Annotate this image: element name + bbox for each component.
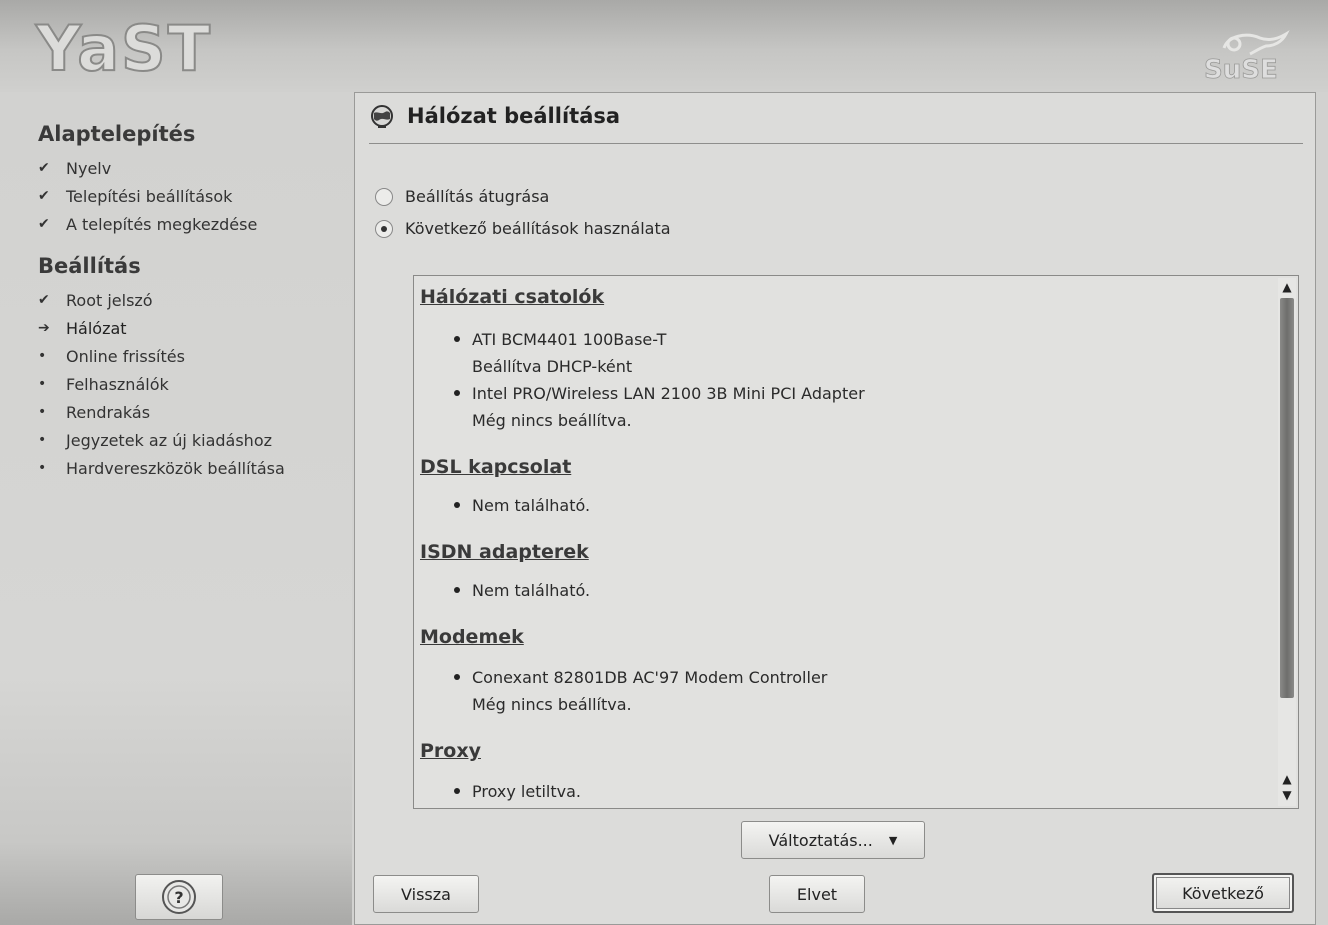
sidebar-step-list: ✔ Root jelszó ➔ Hálózat • Online frissít… (38, 286, 285, 482)
device-name: Intel PRO/Wireless LAN 2100 3B Mini PCI … (472, 384, 865, 403)
sidebar-item-rendrakas: • Rendrakás (38, 398, 285, 426)
suse-logo-text: SuSE (1204, 55, 1278, 82)
radio-label: Következő beállítások használata (405, 219, 671, 238)
abort-button-label: Elvet (796, 884, 838, 904)
device-name: Nem található. (472, 581, 591, 600)
header-banner: YaST SuSE (0, 0, 1328, 92)
summary-entry: Conexant 82801DB AC'97 Modem Controller … (420, 664, 1270, 718)
yast-logo: YaST (35, 12, 212, 85)
summary-link-proxy[interactable]: Proxy (420, 736, 1270, 766)
chameleon-icon: SuSE (1204, 30, 1290, 82)
title-divider (369, 143, 1303, 144)
checkmark-icon: ✔ (38, 292, 50, 308)
sidebar-step-list: ✔ Nyelv ✔ Telepítési beállítások ✔ A tel… (38, 154, 257, 238)
sidebar-item-label: Hardvereszközök beállítása (66, 458, 285, 478)
sidebar-item-label: Hálózat (66, 318, 127, 338)
summary-content: Hálózati csatolók ATI BCM4401 100Base-T … (420, 282, 1270, 805)
summary-entry: Intel PRO/Wireless LAN 2100 3B Mini PCI … (420, 380, 1270, 434)
sidebar-item-label: Online frissítés (66, 346, 185, 366)
bullet-icon (454, 390, 460, 396)
back-button-label: Vissza (401, 884, 451, 904)
bullet-icon: • (38, 348, 47, 364)
page-title-row: Hálózat beállítása (369, 103, 620, 129)
sidebar-item-label: Felhasználók (66, 374, 169, 394)
radio-use-following-configuration[interactable]: Következő beállítások használata (375, 219, 671, 238)
sidebar: Alaptelepítés ✔ Nyelv ✔ Telepítési beáll… (0, 92, 352, 925)
device-status: Még nincs beállítva. (472, 411, 632, 430)
arrow-right-icon: ➔ (38, 320, 50, 336)
bullet-icon (454, 788, 460, 794)
back-button[interactable]: Vissza (373, 875, 479, 913)
page-title: Hálózat beállítása (407, 104, 621, 128)
summary-entry: Nem található. (420, 577, 1270, 604)
vertical-scrollbar[interactable]: ▲ ▲ ▼ (1278, 278, 1296, 806)
radio-skip-configuration[interactable]: Beállítás átugrása (375, 187, 549, 206)
scroll-thumb[interactable] (1280, 298, 1294, 698)
sidebar-section-title: Beállítás (38, 254, 141, 278)
sidebar-item-telepites-megkezdese: ✔ A telepítés megkezdése (38, 210, 257, 238)
device-name: Nem található. (472, 496, 591, 515)
sidebar-item-label: Root jelszó (66, 290, 153, 310)
radio-label: Beállítás átugrása (405, 187, 550, 206)
sidebar-item-label: Nyelv (66, 158, 112, 178)
device-name: Conexant 82801DB AC'97 Modem Controller (472, 668, 828, 687)
sidebar-item-label: Rendrakás (66, 402, 151, 422)
sidebar-item-label: Telepítési beállítások (66, 186, 233, 206)
bullet-icon (454, 502, 460, 508)
change-button-label: Változtatás... (768, 830, 873, 850)
bullet-icon (454, 674, 460, 680)
bullet-icon: • (38, 376, 47, 392)
main-panel: Hálózat beállítása Beállítás átugrása Kö… (354, 92, 1316, 925)
device-name: Proxy letiltva. (472, 782, 581, 801)
summary-link-network-cards[interactable]: Hálózati csatolók (420, 282, 1270, 312)
configuration-summary: Hálózati csatolók ATI BCM4401 100Base-T … (413, 275, 1299, 809)
summary-entry: ATI BCM4401 100Base-T Beállítva DHCP-kén… (420, 326, 1270, 380)
summary-entry: Nem található. (420, 492, 1270, 519)
checkmark-icon: ✔ (38, 160, 50, 176)
bullet-icon (454, 336, 460, 342)
summary-link-modems[interactable]: Modemek (420, 622, 1270, 652)
abort-button[interactable]: Elvet (769, 875, 865, 913)
radio-button[interactable] (375, 187, 393, 206)
svg-text:?: ? (174, 888, 183, 907)
bullet-icon: • (38, 460, 47, 476)
sidebar-item-label: A telepítés megkezdése (66, 214, 258, 234)
device-name: ATI BCM4401 100Base-T (472, 330, 667, 349)
device-status: Még nincs beállítva. (472, 695, 632, 714)
sidebar-item-online-frissites: • Online frissítés (38, 342, 285, 370)
checkmark-icon: ✔ (38, 188, 50, 204)
summary-link-dsl[interactable]: DSL kapcsolat (420, 452, 1270, 482)
network-globe-icon (371, 105, 393, 128)
summary-entry: Proxy letiltva. (420, 778, 1270, 805)
radio-button[interactable] (375, 219, 393, 238)
summary-link-isdn[interactable]: ISDN adapterek (420, 537, 1270, 567)
sidebar-item-label: Jegyzetek az új kiadáshoz (66, 430, 272, 450)
scroll-up-arrow-icon[interactable]: ▲ (1278, 278, 1296, 296)
next-button-label: Következő (1182, 883, 1264, 903)
bullet-icon: • (38, 432, 47, 448)
sidebar-item-nyelv: ✔ Nyelv (38, 154, 257, 182)
scroll-down-arrow-icon[interactable]: ▼ (1278, 786, 1296, 804)
sidebar-item-jegyzetek: • Jegyzetek az új kiadáshoz (38, 426, 285, 454)
sidebar-item-telepitesi-beallitasok: ✔ Telepítési beállítások (38, 182, 257, 210)
checkmark-icon: ✔ (38, 216, 50, 232)
sidebar-item-root-jelszo: ✔ Root jelszó (38, 286, 285, 314)
radio-selected-dot (381, 225, 387, 232)
sidebar-item-felhasznalok: • Felhasználók (38, 370, 285, 398)
device-status: Beállítva DHCP-ként (472, 357, 633, 376)
help-icon: ? (162, 880, 196, 914)
help-button[interactable]: ? (135, 874, 223, 920)
bullet-icon: • (38, 404, 47, 420)
change-button[interactable]: Változtatás... ▼ (741, 821, 925, 859)
sidebar-item-halozat: ➔ Hálózat (38, 314, 285, 342)
sidebar-section-title: Alaptelepítés (38, 122, 196, 146)
next-button[interactable]: Következő (1152, 873, 1294, 913)
dropdown-arrow-icon: ▼ (888, 833, 898, 847)
sidebar-item-hardvereszkozok: • Hardvereszközök beállítása (38, 454, 285, 482)
bullet-icon (454, 587, 460, 593)
